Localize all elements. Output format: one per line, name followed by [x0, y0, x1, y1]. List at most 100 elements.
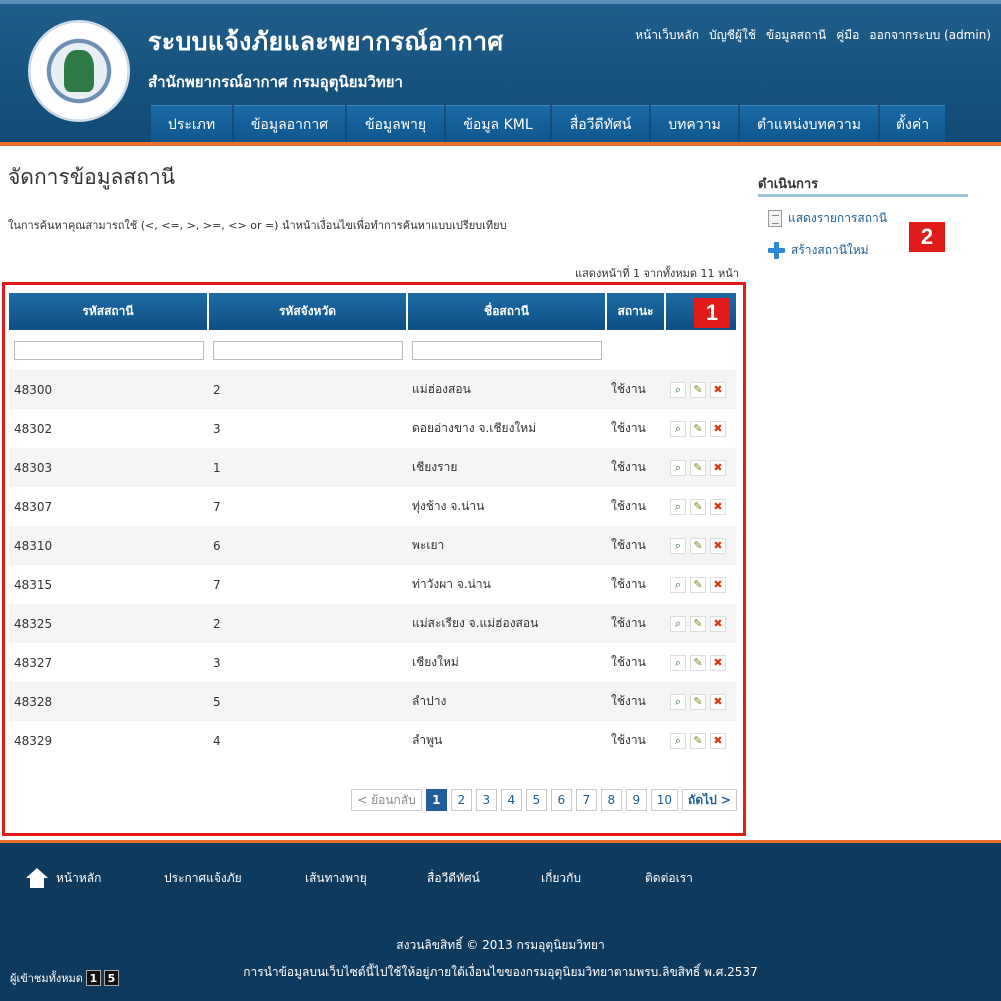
delete-icon[interactable]: ✖	[710, 576, 726, 593]
cell-province-id: 3	[208, 643, 407, 682]
edit-icon[interactable]: ✎	[690, 459, 706, 476]
visitor-counter-label: ผู้เข้าชมทั้งหมด	[10, 972, 83, 985]
delete-icon[interactable]: ✖	[710, 498, 726, 515]
table-row: 48302 3 ดอยอ่างขาง จ.เชียงใหม่ ใช้งาน ⌕ ✎ ✖	[9, 409, 736, 448]
view-icon[interactable]: ⌕	[670, 732, 686, 749]
delete-icon[interactable]: ✖	[710, 381, 726, 398]
cell-station-name: เชียงใหม่	[407, 643, 606, 682]
filter-station-name-input[interactable]	[412, 340, 602, 360]
cell-status: ใช้งาน	[606, 370, 665, 409]
filter-province-id-input[interactable]	[213, 340, 403, 360]
view-icon[interactable]: ⌕	[670, 576, 686, 593]
column-header-station-name[interactable]: ชื่อสถานี	[407, 293, 607, 330]
delete-icon[interactable]: ✖	[710, 459, 726, 476]
row-actions: ⌕ ✎ ✖	[670, 654, 736, 671]
nav-tab-articles[interactable]: บทความ	[651, 105, 738, 143]
cell-station-id: 48327	[9, 643, 208, 682]
sidebar-item-create-station[interactable]: สร้างสถานีใหม่	[768, 241, 869, 260]
footer-link-video[interactable]: สื่อวีดีทัศน์	[427, 869, 541, 888]
top-link-manual[interactable]: คู่มือ	[836, 26, 859, 45]
cell-station-id: 48329	[9, 721, 208, 760]
view-icon[interactable]: ⌕	[670, 654, 686, 671]
pager-page-1[interactable]: 1	[425, 789, 447, 811]
edit-icon[interactable]: ✎	[690, 693, 706, 710]
column-header-status[interactable]: สถานะ	[606, 293, 666, 330]
pager-page-5[interactable]: 5	[525, 789, 547, 811]
table-row: 48307 7 ทุ่งช้าง จ.น่าน ใช้งาน ⌕ ✎ ✖	[9, 487, 736, 526]
delete-icon[interactable]: ✖	[710, 420, 726, 437]
cell-status: ใช้งาน	[606, 721, 665, 760]
edit-icon[interactable]: ✎	[690, 654, 706, 671]
delete-icon[interactable]: ✖	[710, 693, 726, 710]
nav-tab-kml-data[interactable]: ข้อมูล KML	[446, 105, 550, 143]
cell-station-name: ทุ่งช้าง จ.น่าน	[407, 487, 606, 526]
footer-link-alerts[interactable]: ประกาศแจ้งภัย	[164, 869, 305, 888]
filter-station-id-input[interactable]	[14, 340, 204, 360]
edit-icon[interactable]: ✎	[690, 615, 706, 632]
nav-tab-video[interactable]: สื่อวีดีทัศน์	[552, 105, 649, 143]
top-link-station-data[interactable]: ข้อมูลสถานี	[766, 26, 826, 45]
top-link-home[interactable]: หน้าเว็บหลัก	[635, 26, 699, 45]
cell-station-name: แม่สะเรียง จ.แม่ฮ่องสอน	[407, 604, 606, 643]
row-actions: ⌕ ✎ ✖	[670, 498, 736, 515]
sidebar-item-list-stations[interactable]: แสดงรายการสถานี	[768, 209, 887, 228]
pager-page-2[interactable]: 2	[450, 789, 472, 811]
view-icon[interactable]: ⌕	[670, 420, 686, 437]
pager-page-9[interactable]: 9	[625, 789, 647, 811]
cell-actions: ⌕ ✎ ✖	[665, 487, 736, 526]
row-actions: ⌕ ✎ ✖	[670, 615, 736, 632]
nav-tab-article-positions[interactable]: ตำแหน่งบทความ	[740, 105, 878, 143]
delete-icon[interactable]: ✖	[710, 654, 726, 671]
top-link-logout[interactable]: ออกจากระบบ (admin)	[869, 26, 991, 45]
delete-icon[interactable]: ✖	[710, 615, 726, 632]
pager-page-8[interactable]: 8	[600, 789, 622, 811]
pager-page-7[interactable]: 7	[575, 789, 597, 811]
site-title: ระบบแจ้งภัยและพยากรณ์อากาศ	[148, 27, 504, 56]
footer-link-about[interactable]: เกี่ยวกับ	[541, 869, 645, 888]
pager-page-3[interactable]: 3	[475, 789, 497, 811]
cell-station-id: 48303	[9, 448, 208, 487]
footer-link-contact[interactable]: ติดต่อเรา	[645, 869, 693, 888]
edit-icon[interactable]: ✎	[690, 498, 706, 515]
view-icon[interactable]: ⌕	[670, 381, 686, 398]
row-actions: ⌕ ✎ ✖	[670, 381, 736, 398]
view-icon[interactable]: ⌕	[670, 498, 686, 515]
view-icon[interactable]: ⌕	[670, 693, 686, 710]
cell-actions: ⌕ ✎ ✖	[665, 565, 736, 604]
cell-actions: ⌕ ✎ ✖	[665, 409, 736, 448]
department-logo[interactable]	[28, 20, 130, 122]
footer-nav: หน้าหลัก ประกาศแจ้งภัย เส้นทางพายุ สื่อว…	[26, 868, 693, 888]
pager-next-button[interactable]: ถัดไป >	[682, 789, 737, 811]
edit-icon[interactable]: ✎	[690, 732, 706, 749]
edit-icon[interactable]: ✎	[690, 381, 706, 398]
view-icon[interactable]: ⌕	[670, 615, 686, 632]
cell-station-name: เชียงราย	[407, 448, 606, 487]
search-hint: ในการค้นหาคุณสามารถใช้ (<, <=, >, >=, <>…	[8, 219, 507, 232]
edit-icon[interactable]: ✎	[690, 537, 706, 554]
row-actions: ⌕ ✎ ✖	[670, 732, 736, 749]
footer-link-home[interactable]: หน้าหลัก	[26, 868, 164, 888]
cell-actions: ⌕ ✎ ✖	[665, 370, 736, 409]
footer-link-storm-tracks[interactable]: เส้นทางพายุ	[305, 869, 427, 888]
top-link-account[interactable]: บัญชีผู้ใช้	[709, 26, 756, 45]
pager-page-4[interactable]: 4	[500, 789, 522, 811]
row-actions: ⌕ ✎ ✖	[670, 693, 736, 710]
view-icon[interactable]: ⌕	[670, 459, 686, 476]
filter-cell	[665, 330, 736, 370]
nav-tab-storm-data[interactable]: ข้อมูลพายุ	[347, 105, 444, 143]
nav-tab-settings[interactable]: ตั้งค่า	[880, 105, 945, 143]
column-header-province-id[interactable]: รหัสจังหวัด	[208, 293, 408, 330]
nav-tab-type[interactable]: ประเภท	[151, 105, 232, 143]
cell-province-id: 3	[208, 409, 407, 448]
view-icon[interactable]: ⌕	[670, 537, 686, 554]
nav-tab-weather-data[interactable]: ข้อมูลอากาศ	[234, 105, 345, 143]
pager-page-10[interactable]: 10	[650, 789, 679, 811]
delete-icon[interactable]: ✖	[710, 732, 726, 749]
pager-prev-button[interactable]: < ย้อนกลับ	[351, 789, 422, 811]
edit-icon[interactable]: ✎	[690, 576, 706, 593]
cell-status: ใช้งาน	[606, 526, 665, 565]
column-header-station-id[interactable]: รหัสสถานี	[9, 293, 209, 330]
pager-page-6[interactable]: 6	[550, 789, 572, 811]
delete-icon[interactable]: ✖	[710, 537, 726, 554]
edit-icon[interactable]: ✎	[690, 420, 706, 437]
